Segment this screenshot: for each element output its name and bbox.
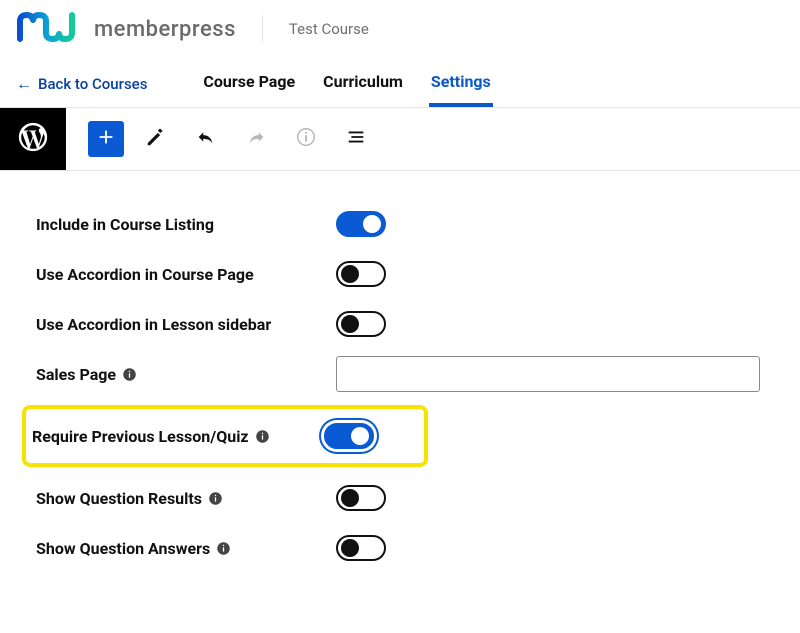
pencil-icon <box>145 126 167 152</box>
info-icon[interactable] <box>255 429 270 444</box>
setting-row-include-in-listing: Include in Course Listing <box>36 199 784 249</box>
brand-logo: memberpress <box>16 12 236 46</box>
toggle-show-question-answers[interactable] <box>336 535 386 561</box>
setting-label: Use Accordion in Course Page <box>36 265 254 284</box>
setting-row-require-previous: Require Previous Lesson/Quiz <box>32 417 418 455</box>
setting-row-show-question-answers: Show Question Answers <box>36 523 784 573</box>
outline-icon <box>345 126 367 152</box>
editor-toolbar-row <box>0 108 800 171</box>
toggle-include-in-listing[interactable] <box>336 211 386 237</box>
setting-label: Sales Page <box>36 365 116 384</box>
back-to-courses-link[interactable]: ← Back to Courses <box>16 65 147 107</box>
settings-panel: Include in Course Listing Use Accordion … <box>0 171 800 593</box>
wordpress-home-button[interactable] <box>0 108 66 170</box>
undo-icon <box>195 126 217 152</box>
brand-name: memberpress <box>94 17 236 42</box>
undo-button[interactable] <box>188 121 224 157</box>
info-outline-icon <box>295 126 317 152</box>
setting-label: Use Accordion in Lesson sidebar <box>36 315 271 334</box>
plus-icon <box>95 126 117 152</box>
arrow-left-icon: ← <box>16 76 32 92</box>
toggle-require-previous[interactable] <box>324 423 374 449</box>
tabs: Course Page Curriculum Settings <box>201 62 492 107</box>
nav-row: ← Back to Courses Course Page Curriculum… <box>0 56 800 108</box>
setting-row-show-question-results: Show Question Results <box>36 473 784 523</box>
setting-row-sales-page: Sales Page <box>36 349 784 399</box>
redo-button[interactable] <box>238 121 274 157</box>
brand-divider <box>262 15 263 43</box>
toggle-accordion-lesson-sidebar[interactable] <box>336 311 386 337</box>
sales-page-input[interactable] <box>336 356 760 392</box>
setting-row-accordion-course-page: Use Accordion in Course Page <box>36 249 784 299</box>
setting-label: Show Question Results <box>36 489 202 508</box>
editor-toolbar <box>66 108 396 170</box>
edit-button[interactable] <box>138 121 174 157</box>
tab-curriculum[interactable]: Curriculum <box>321 62 405 107</box>
back-link-label: Back to Courses <box>38 75 147 93</box>
wordpress-logo-icon <box>16 120 50 158</box>
info-icon[interactable] <box>208 491 223 506</box>
setting-label: Require Previous Lesson/Quiz <box>32 427 249 446</box>
outline-button[interactable] <box>338 121 374 157</box>
setting-label: Include in Course Listing <box>36 215 214 234</box>
tab-settings[interactable]: Settings <box>429 62 493 107</box>
setting-row-accordion-lesson-sidebar: Use Accordion in Lesson sidebar <box>36 299 784 349</box>
add-block-button[interactable] <box>88 121 124 157</box>
toggle-show-question-results[interactable] <box>336 485 386 511</box>
info-icon[interactable] <box>216 541 231 556</box>
info-button[interactable] <box>288 121 324 157</box>
redo-icon <box>245 126 267 152</box>
brand-bar: memberpress Test Course <box>0 0 800 56</box>
course-title: Test Course <box>289 20 369 38</box>
info-icon[interactable] <box>122 367 137 382</box>
setting-label: Show Question Answers <box>36 539 210 558</box>
tab-course-page[interactable]: Course Page <box>201 62 297 107</box>
toggle-accordion-course-page[interactable] <box>336 261 386 287</box>
highlighted-setting: Require Previous Lesson/Quiz <box>22 405 428 467</box>
memberpress-logo-icon <box>16 12 88 46</box>
